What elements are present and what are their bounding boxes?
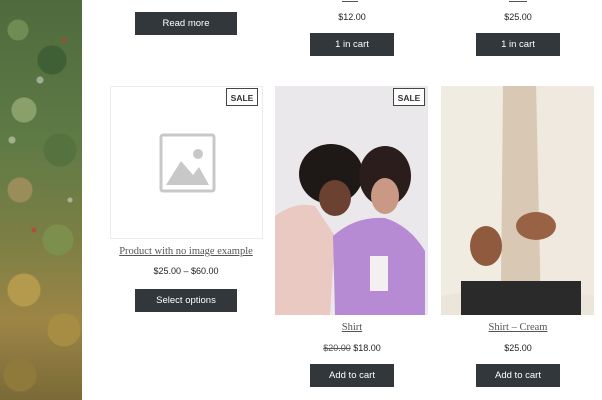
partial-product-title-link[interactable] — [342, 1, 358, 2]
image-placeholder-icon — [159, 133, 216, 193]
select-options-button[interactable]: Select options — [135, 289, 237, 312]
in-cart-button[interactable]: 1 in cart — [310, 33, 394, 56]
product-price: $25.00 — [504, 343, 532, 353]
product-price: $20.00 $18.00 — [301, 343, 403, 353]
product-price: $25.00 — [504, 12, 532, 22]
product-image-placeholder[interactable] — [110, 86, 263, 239]
add-to-cart-button[interactable]: Add to cart — [310, 364, 394, 387]
add-to-cart-button[interactable]: Add to cart — [476, 364, 560, 387]
sale-price: $18.00 — [353, 343, 381, 353]
product-image-shirt-cream[interactable] — [441, 86, 594, 315]
read-more-button[interactable]: Read more — [135, 12, 237, 35]
product-price-range: $25.00 – $60.00 — [153, 266, 219, 276]
shirt-cream-product-photo — [441, 86, 594, 315]
sale-badge: SALE — [393, 88, 425, 106]
foliage-flowers — [0, 0, 82, 400]
product-title-link[interactable]: Shirt — [311, 322, 393, 333]
decorative-foliage-image — [0, 0, 82, 400]
product-image-shirt[interactable] — [275, 86, 428, 315]
product-title-link[interactable]: Shirt – Cream — [466, 322, 570, 333]
shirt-product-photo — [275, 86, 428, 315]
partial-product-title-link[interactable] — [509, 1, 527, 2]
original-price: $20.00 — [323, 343, 351, 353]
sale-badge: SALE — [226, 88, 258, 106]
product-title-link[interactable]: Product with no image example — [96, 246, 276, 257]
product-price: $12.00 — [338, 12, 366, 22]
in-cart-button[interactable]: 1 in cart — [476, 33, 560, 56]
